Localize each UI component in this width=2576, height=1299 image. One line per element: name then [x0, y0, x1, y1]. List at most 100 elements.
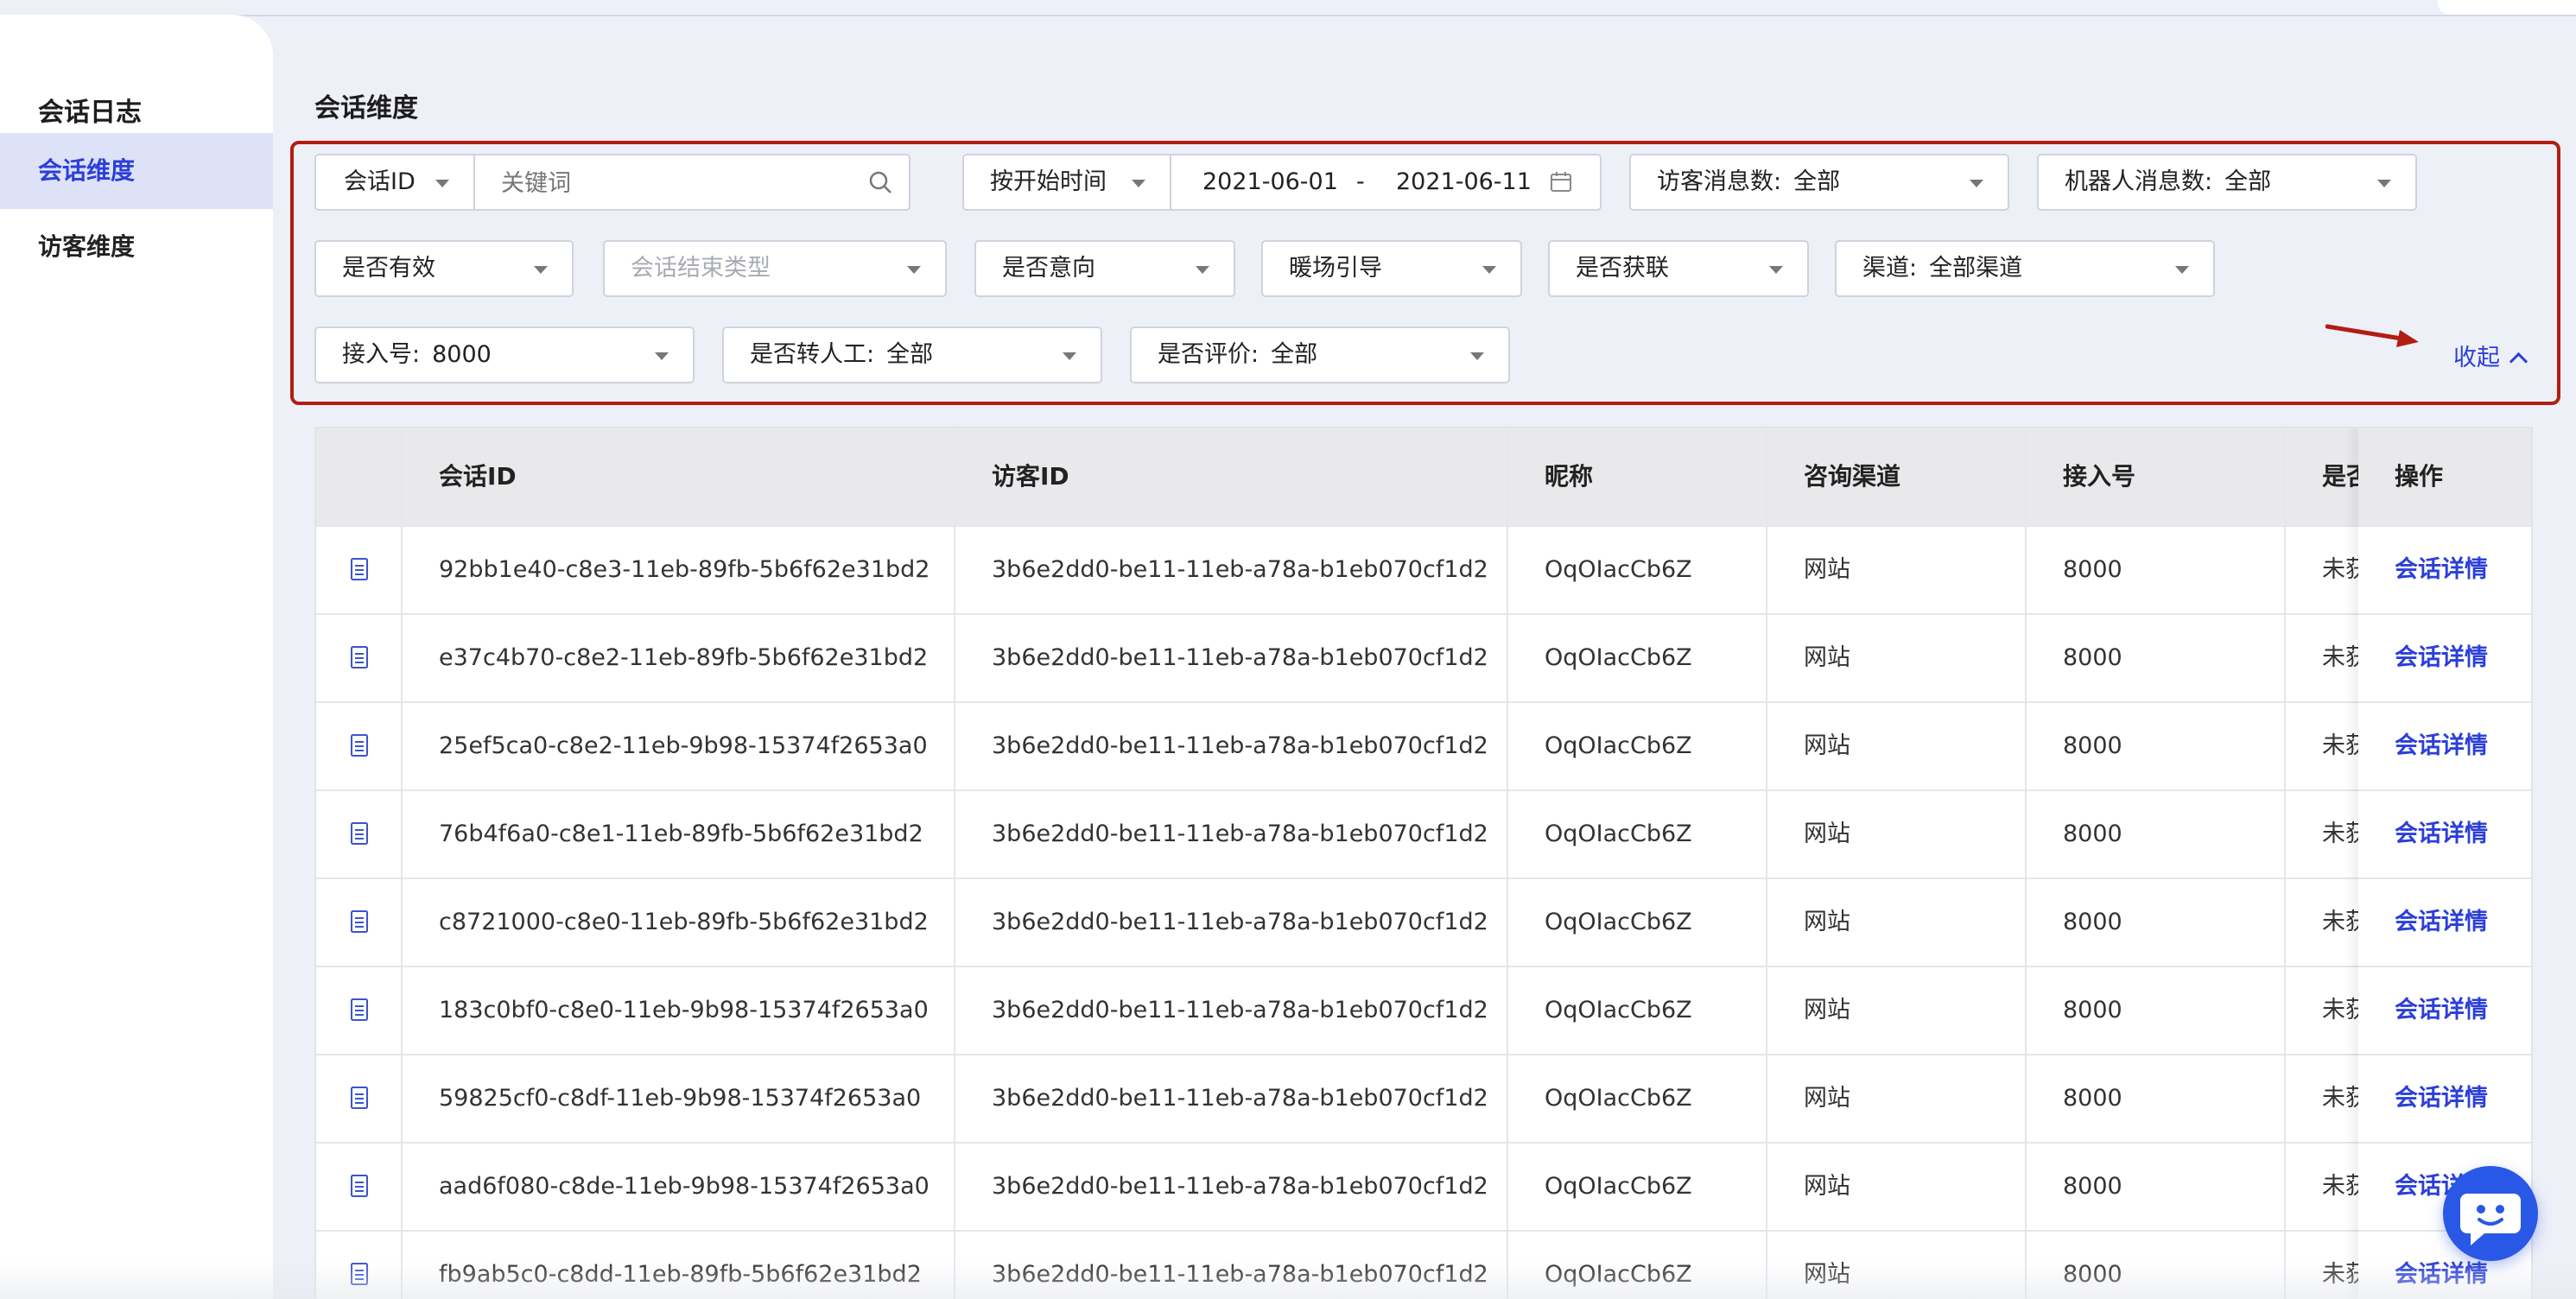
document-icon[interactable] — [351, 558, 368, 580]
cell-channel: 网站 — [1804, 1173, 1850, 1200]
operation-cell: 会话详情 — [2358, 701, 2531, 789]
date-end[interactable]: 2021-06-11 — [1396, 155, 1532, 209]
cell-session-id: 76b4f6a0-c8e1-11eb-89fb-5b6f62e31bd2 — [439, 821, 923, 847]
to-human-select[interactable]: 是否转人工: 全部 — [722, 326, 1102, 383]
table-row: fb9ab5c0-c8dd-11eb-89fb-5b6f62e31bd2 3b6e… — [316, 1230, 2531, 1299]
document-icon[interactable] — [351, 822, 368, 845]
robot-msg-label: 机器人消息数: — [2065, 168, 2213, 195]
is-intent-select[interactable]: 是否意向 — [974, 240, 1235, 297]
access-number-value: 8000 — [432, 341, 492, 368]
visitor-msg-count-select[interactable]: 访客消息数: 全部 — [1629, 154, 2009, 211]
cell-access-number: 8000 — [2063, 1173, 2122, 1200]
operation-cell: 会话详情 — [2358, 878, 2531, 966]
document-icon[interactable] — [351, 734, 368, 757]
operation-cell: 会话详情 — [2358, 789, 2531, 878]
collapse-label: 收起 — [2453, 345, 2500, 371]
is-acquired-select[interactable]: 是否获联 — [1548, 240, 1809, 297]
is-valid-value: 是否有效 — [342, 255, 435, 282]
top-corner — [2438, 0, 2576, 15]
cell-session-id: c8721000-c8e0-11eb-89fb-5b6f62e31bd2 — [439, 909, 929, 935]
operation-cell: 会话详情 — [2358, 966, 2531, 1054]
search-type-select[interactable]: 会话ID — [344, 155, 473, 209]
session-detail-link[interactable]: 会话详情 — [2395, 703, 2488, 789]
warmup-value: 暖场引导 — [1289, 255, 1382, 282]
header-session-id: 会话ID — [439, 462, 517, 491]
caret-down-icon — [655, 352, 669, 360]
chat-bot-icon — [2460, 1194, 2521, 1245]
robot-msg-count-select[interactable]: 机器人消息数: 全部 — [2037, 154, 2417, 211]
is-valid-select[interactable]: 是否有效 — [314, 240, 574, 297]
document-icon[interactable] — [351, 1263, 368, 1285]
cell-channel: 网站 — [1804, 997, 1850, 1023]
table-header: 会话ID 访客ID 昵称 咨询渠道 接入号 是否 — [316, 428, 2531, 525]
date-start[interactable]: 2021-06-01 — [1202, 155, 1338, 209]
to-human-label: 是否转人工: — [750, 341, 875, 368]
header-operation: 操作 — [2395, 462, 2444, 491]
document-icon[interactable] — [351, 910, 368, 933]
cell-session-id: 183c0bf0-c8e0-11eb-9b98-15374f2653a0 — [439, 997, 929, 1023]
header-channel: 咨询渠道 — [1804, 462, 1901, 491]
table-row: 183c0bf0-c8e0-11eb-9b98-15374f2653a0 3b6e… — [316, 966, 2531, 1054]
time-mode-value: 按开始时间 — [990, 168, 1107, 195]
table-row: c8721000-c8e0-11eb-89fb-5b6f62e31bd2 3b6e… — [316, 878, 2531, 966]
cell-nickname: OqOIacCb6Z — [1545, 997, 1692, 1023]
sidebar-item-visitor-dimension[interactable]: 访客维度 — [0, 209, 273, 285]
session-detail-link[interactable]: 会话详情 — [2395, 791, 2488, 878]
calendar-icon[interactable] — [1550, 171, 1572, 193]
is-rated-value: 全部 — [1271, 341, 1318, 368]
document-icon[interactable] — [351, 1087, 368, 1109]
document-icon[interactable] — [351, 1175, 368, 1197]
cell-access-number: 8000 — [2063, 1085, 2122, 1112]
sidebar-item-session-dimension[interactable]: 会话维度 — [0, 133, 273, 209]
annotation-arrow-icon — [2325, 324, 2419, 347]
caret-down-icon — [1470, 352, 1484, 360]
table-row: e37c4b70-c8e2-11eb-89fb-5b6f62e31bd2 3b6e… — [316, 613, 2531, 701]
session-detail-link[interactable]: 会话详情 — [2395, 967, 2488, 1054]
cell-channel: 网站 — [1804, 1261, 1850, 1288]
document-icon[interactable] — [351, 998, 368, 1021]
cell-nickname: OqOIacCb6Z — [1545, 732, 1692, 759]
cell-nickname: OqOIacCb6Z — [1545, 909, 1692, 935]
cell-session-id: 25ef5ca0-c8e2-11eb-9b98-15374f2653a0 — [439, 732, 928, 759]
cell-visitor-id: 3b6e2dd0-be11-11eb-a78a-b1eb070cf1d2 — [992, 732, 1488, 759]
is-rated-select[interactable]: 是否评价: 全部 — [1130, 326, 1510, 383]
cell-nickname: OqOIacCb6Z — [1545, 556, 1692, 583]
date-range-group: 按开始时间 2021-06-01 - 2021-06-11 — [962, 154, 1602, 211]
cell-channel: 网站 — [1804, 556, 1850, 583]
cell-channel: 网站 — [1804, 732, 1850, 759]
access-number-select[interactable]: 接入号: 8000 — [314, 326, 695, 383]
caret-down-icon — [1063, 352, 1076, 360]
chat-bot-button[interactable] — [2443, 1166, 2538, 1261]
session-detail-link[interactable]: 会话详情 — [2395, 615, 2488, 701]
caret-down-icon — [1970, 180, 1983, 187]
cell-channel: 网站 — [1804, 909, 1850, 935]
caret-down-icon — [1482, 266, 1496, 274]
cell-nickname: OqOIacCb6Z — [1545, 1261, 1692, 1288]
cell-nickname: OqOIacCb6Z — [1545, 1173, 1692, 1200]
warmup-select[interactable]: 暖场引导 — [1261, 240, 1522, 297]
session-detail-link[interactable]: 会话详情 — [2395, 1055, 2488, 1142]
header-access-number: 接入号 — [2063, 462, 2136, 491]
session-detail-link[interactable]: 会话详情 — [2395, 527, 2488, 613]
operation-cell: 会话详情 — [2358, 1054, 2531, 1142]
end-type-select[interactable]: 会话结束类型 — [603, 240, 947, 297]
channel-value: 全部渠道 — [1929, 255, 2023, 282]
search-icon[interactable] — [867, 169, 893, 195]
operation-cell: 会话详情 — [2358, 525, 2531, 613]
keyword-input[interactable] — [499, 164, 848, 202]
cell-visitor-id: 3b6e2dd0-be11-11eb-a78a-b1eb070cf1d2 — [992, 1085, 1488, 1112]
cell-session-id: fb9ab5c0-c8dd-11eb-89fb-5b6f62e31bd2 — [439, 1261, 922, 1288]
cell-visitor-id: 3b6e2dd0-be11-11eb-a78a-b1eb070cf1d2 — [992, 909, 1488, 935]
cell-session-id: e37c4b70-c8e2-11eb-89fb-5b6f62e31bd2 — [439, 644, 929, 671]
cell-nickname: OqOIacCb6Z — [1545, 821, 1692, 847]
collapse-button[interactable]: 收起 — [2453, 339, 2528, 372]
table-row: 59825cf0-c8df-11eb-9b98-15374f2653a0 3b6e… — [316, 1054, 2531, 1142]
cell-visitor-id: 3b6e2dd0-be11-11eb-a78a-b1eb070cf1d2 — [992, 1261, 1488, 1288]
document-icon[interactable] — [351, 646, 368, 669]
cell-access-number: 8000 — [2063, 997, 2122, 1023]
channel-select[interactable]: 渠道: 全部渠道 — [1835, 240, 2215, 297]
cell-visitor-id: 3b6e2dd0-be11-11eb-a78a-b1eb070cf1d2 — [992, 1173, 1488, 1200]
session-detail-link[interactable]: 会话详情 — [2395, 879, 2488, 966]
header-nickname: 昵称 — [1545, 462, 1594, 491]
cell-channel: 网站 — [1804, 821, 1850, 847]
